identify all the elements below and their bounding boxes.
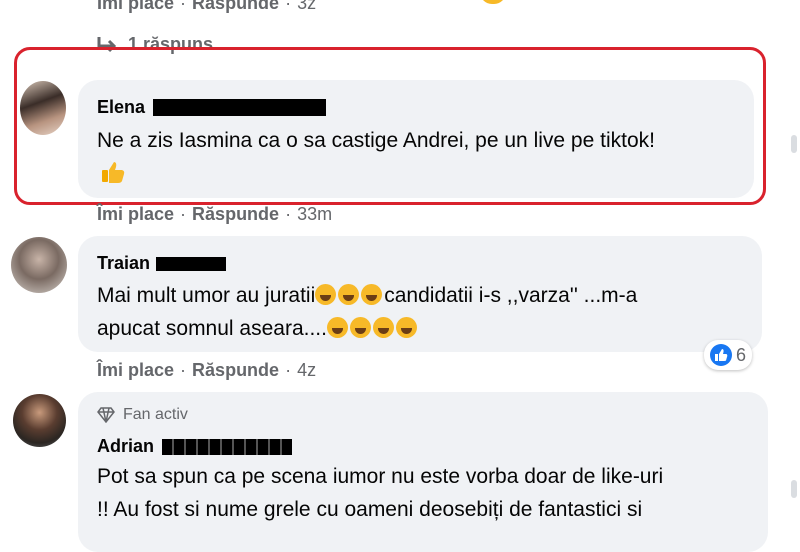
- reply-link[interactable]: Răspunde: [192, 360, 279, 380]
- rofl-emoji-icon: [395, 317, 417, 338]
- highlight-frame: [14, 47, 766, 205]
- separator-dot: ·: [180, 360, 187, 380]
- comment-actions: Îmi place · Răspunde · 4z: [97, 360, 316, 381]
- diamond-icon: [97, 407, 115, 423]
- author-name[interactable]: Traian: [97, 253, 150, 274]
- comment-text-part: candidatii i-s ,,varza'' ...m-a: [384, 284, 638, 307]
- comment-actions: Îmi place · Răspunde · 33m: [97, 204, 332, 225]
- reaction-icon: [480, 0, 506, 4]
- separator-dot: ·: [285, 0, 292, 13]
- laughing-emoji-icon: [361, 284, 383, 305]
- comment-text-part: Mai mult umor au juratii: [97, 284, 316, 307]
- reply-link[interactable]: Răspunde: [192, 204, 279, 224]
- laughing-emoji-icon: [338, 284, 360, 305]
- comment-bubble: Traian Mai mult umor au juratii candidati…: [78, 236, 762, 352]
- laughing-emoji-icon: [326, 317, 348, 338]
- timestamp[interactable]: 3z: [297, 0, 316, 13]
- redacted-name: [156, 256, 227, 271]
- like-link[interactable]: Îmi place: [97, 204, 174, 224]
- comment-bubble: Fan activ Adrian Pot sa spun ca pe scena…: [78, 392, 768, 552]
- reply-link[interactable]: Răspunde: [192, 0, 279, 13]
- separator-dot: ·: [285, 204, 292, 224]
- laughing-emoji-icon: [315, 284, 337, 305]
- comment-actions-top: Îmi place · Răspunde · 3z: [97, 0, 316, 14]
- avatar[interactable]: [13, 394, 66, 447]
- comment-text-line-1: Pot sa spun ca pe scena iumor nu este vo…: [97, 465, 664, 488]
- scrollbar-thumb[interactable]: [791, 480, 797, 498]
- laughing-emoji-icon: [349, 317, 371, 338]
- author-name[interactable]: Adrian: [97, 436, 154, 457]
- separator-dot: ·: [180, 204, 187, 224]
- like-link[interactable]: Îmi place: [97, 360, 174, 380]
- timestamp[interactable]: 33m: [297, 204, 332, 224]
- separator-dot: ·: [285, 360, 292, 380]
- reaction-count: 6: [736, 344, 747, 365]
- comment-text-line-2: !! Au fost si nume grele cu oameni deose…: [97, 498, 643, 521]
- comment-text-line-1: Mai mult umor au juratii candidatii i-s ,…: [97, 279, 637, 312]
- fan-badge-label: Fan activ: [123, 406, 188, 423]
- comment-text-part: apucat somnul aseara....: [97, 317, 327, 340]
- like-icon: [710, 344, 732, 366]
- separator-dot: ·: [180, 0, 187, 13]
- comment-text-line-2: apucat somnul aseara....: [97, 312, 419, 345]
- redacted-name: [162, 438, 293, 455]
- like-link[interactable]: Îmi place: [97, 0, 174, 13]
- reaction-summary[interactable]: 6: [704, 340, 753, 370]
- scrollbar-thumb[interactable]: [791, 135, 797, 153]
- avatar[interactable]: [11, 237, 67, 293]
- rofl-emoji-icon: [372, 317, 394, 338]
- timestamp[interactable]: 4z: [297, 360, 316, 380]
